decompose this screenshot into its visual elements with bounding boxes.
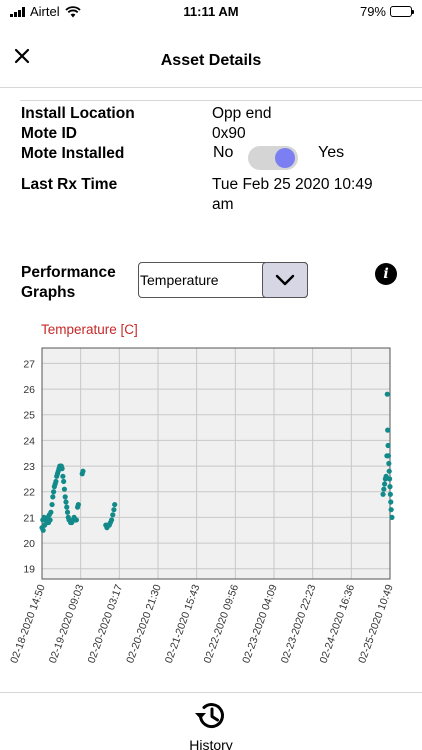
temperature-chart: Temperature [C] 19 20 21 22 23 24 25 26 27 02-18-2…: [0, 315, 422, 687]
data-point: [388, 507, 394, 513]
x-tick-label: 02-23-2020 04:09: [240, 583, 280, 665]
data-point: [51, 489, 57, 495]
section-divider: [20, 100, 422, 101]
chart-title: Temperature [C]: [41, 322, 138, 337]
mote-id-value: 0x90: [212, 125, 246, 142]
data-point: [385, 427, 391, 433]
data-point: [381, 481, 388, 487]
data-point: [381, 486, 387, 492]
last-rx-time-line1: Tue Feb 25 2020 10:49: [212, 176, 373, 193]
data-point: [386, 468, 392, 474]
graph-type-select[interactable]: Temperature: [138, 262, 308, 298]
data-point: [59, 466, 65, 472]
install-location-label: Install Location: [21, 105, 135, 122]
y-tick-label: 26: [23, 384, 35, 396]
x-tick-label: 02-22-2020 09:56: [202, 583, 242, 665]
data-point: [61, 478, 67, 485]
data-point: [62, 494, 68, 500]
y-tick-label: 21: [23, 512, 35, 524]
install-location-value: Opp end: [212, 105, 272, 122]
data-point: [387, 484, 393, 490]
data-point: [47, 517, 53, 523]
toggle-off-label: No: [213, 144, 234, 161]
last-rx-time-line2: am: [212, 196, 234, 213]
data-point: [389, 514, 395, 520]
y-tick-label: 24: [23, 435, 35, 447]
y-tick-label: 27: [23, 358, 35, 370]
toggle-on-label: Yes: [318, 144, 345, 161]
data-point: [388, 499, 394, 505]
last-rx-time-value: Tue Feb 25 2020 10:49 am: [212, 175, 373, 215]
y-tick-label: 19: [23, 564, 35, 576]
x-tick-label: 02-24-2020 16:36: [318, 583, 358, 665]
data-point: [109, 517, 115, 523]
status-right: 79%: [359, 4, 414, 19]
data-point: [80, 468, 86, 474]
x-tick-label: 02-21-2020 15:43: [163, 583, 203, 665]
last-rx-time-label: Last Rx Time: [21, 176, 118, 193]
data-point: [111, 507, 117, 513]
data-point: [64, 504, 70, 510]
battery-icon: [390, 6, 414, 17]
y-tick-label: 25: [23, 410, 35, 422]
chevron-down-icon: [275, 274, 295, 286]
x-tick-label: 02-23-2020 22:23: [279, 583, 319, 665]
data-point: [49, 501, 55, 508]
x-tick-label: 02-19-2020 09:03: [47, 583, 87, 665]
x-tick-label: 02-20-2020 21:30: [124, 583, 164, 665]
history-icon: [195, 703, 224, 729]
data-point: [380, 491, 386, 497]
x-tick-label: 02-20-2020 03:17: [86, 583, 126, 665]
mote-id-label: Mote ID: [21, 125, 77, 142]
data-point: [112, 501, 118, 508]
data-point: [48, 509, 54, 515]
toggle-knob: [275, 148, 295, 168]
dropdown-button[interactable]: [262, 262, 308, 298]
y-tick-label: 20: [23, 538, 35, 550]
data-point: [110, 512, 116, 518]
performance-graphs-label: Performance Graphs: [21, 263, 116, 303]
data-point: [40, 527, 46, 533]
graph-type-value: Temperature: [140, 272, 219, 288]
data-point: [61, 486, 68, 492]
data-point: [387, 491, 393, 497]
data-point: [60, 473, 66, 479]
data-point: [386, 460, 392, 467]
mote-installed-toggle[interactable]: [248, 146, 298, 170]
y-tick-label: 23: [23, 461, 35, 473]
data-point: [53, 478, 59, 485]
data-point: [384, 391, 390, 397]
data-point: [50, 494, 56, 500]
data-point: [75, 501, 81, 508]
data-point: [73, 517, 80, 523]
status-bar: Airtel 11:11 AM 79%: [0, 0, 422, 24]
history-button[interactable]: History: [176, 696, 246, 750]
mote-installed-label: Mote Installed: [21, 145, 125, 162]
data-point: [385, 453, 392, 459]
x-tick-label: 02-25-2020 10:49: [356, 583, 396, 665]
performance-label-line2: Graphs: [21, 284, 76, 301]
plot-area: [41, 347, 391, 580]
page-title: Asset Details: [160, 52, 262, 69]
data-point: [64, 509, 71, 515]
navigation-header: Asset Details: [0, 34, 422, 88]
data-point: [63, 499, 69, 505]
battery-percent: 79%: [359, 4, 386, 19]
status-time: 11:11 AM: [183, 4, 239, 19]
history-label: History: [189, 737, 233, 750]
y-tick-label: 22: [23, 487, 35, 499]
data-point: [385, 442, 391, 449]
performance-label-line1: Performance: [21, 264, 116, 281]
info-icon[interactable]: i: [375, 263, 397, 285]
bottom-tab-bar: History: [0, 692, 422, 750]
temperature-chart-svg: Temperature [C] 19 20 21 22 23 24 25 26 27 02-18-2…: [8, 322, 396, 665]
x-tick-label: 02-18-2020 14:50: [8, 583, 48, 665]
data-point: [387, 476, 393, 482]
